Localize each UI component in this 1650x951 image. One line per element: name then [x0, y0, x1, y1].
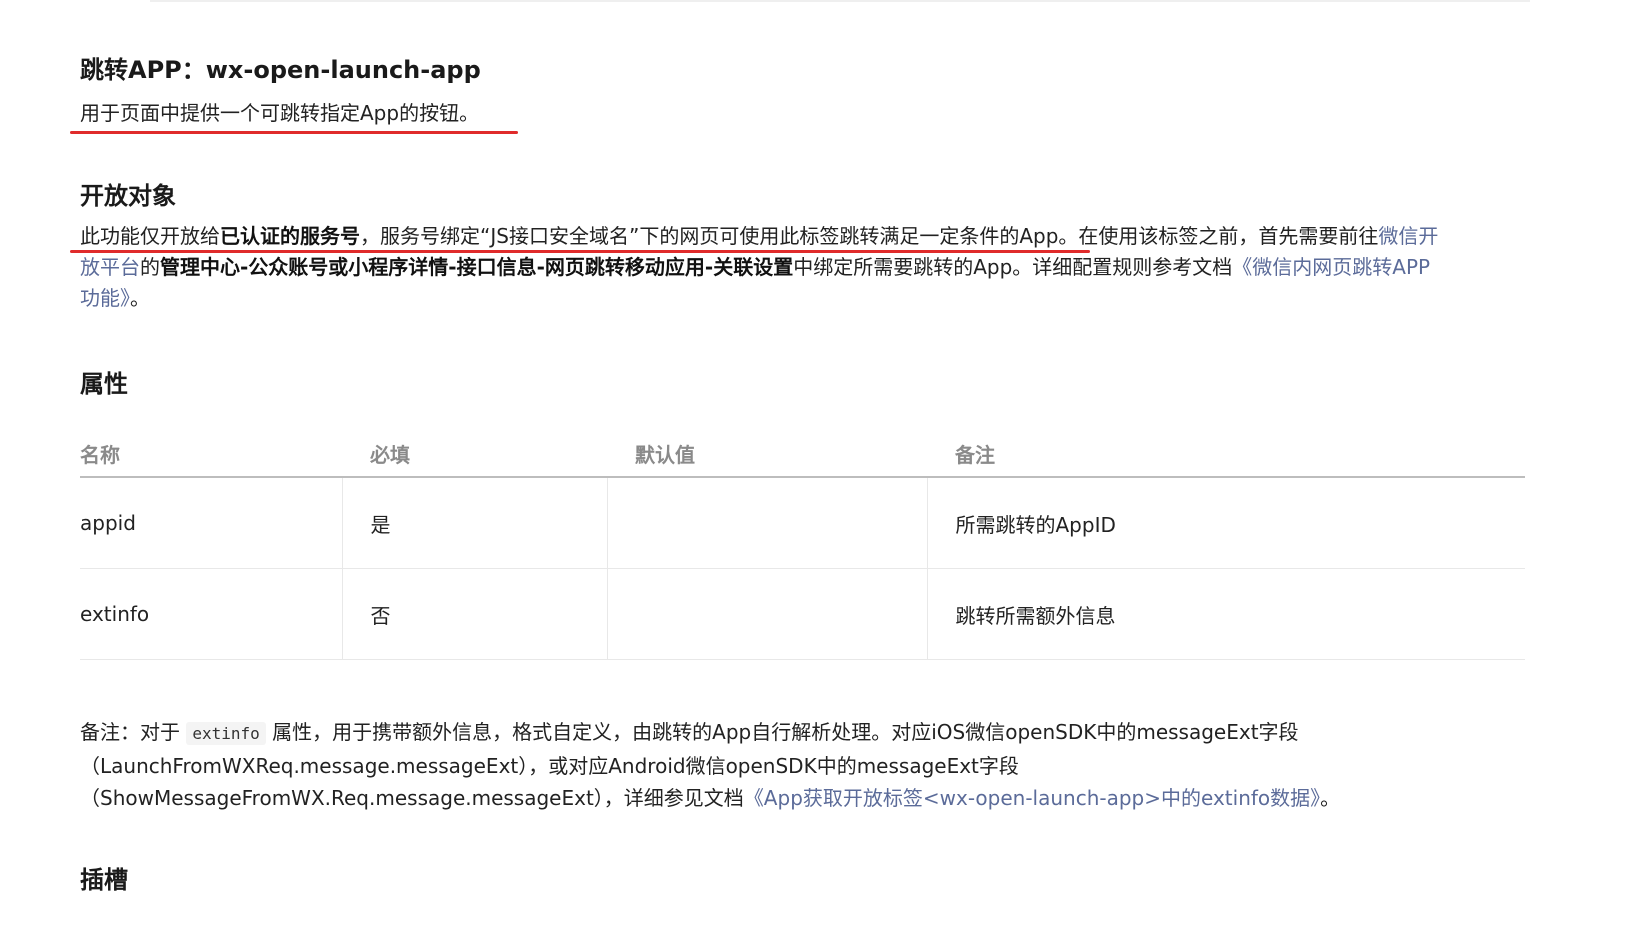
extinfo-code: extinfo	[186, 722, 266, 745]
attributes-table: 名称 必填 默认值 备注 appid 是 所需跳转的AppID extinfo …	[80, 430, 1525, 660]
audience-text-1: 此功能仅开放给	[80, 224, 220, 248]
note-text-1: 属性，用于携带额外信息，格式自定义，由跳转的App自行解析处理。对应iOS微信o…	[265, 720, 1299, 744]
cell-name: appid	[80, 477, 342, 569]
audience-paragraph: 此功能仅开放给已认证的服务号，服务号绑定“JS接口安全域名”下的网页可使用此标签…	[80, 221, 1440, 314]
col-header-default: 默认值	[607, 430, 927, 478]
audience-line-2: 放平台的管理中心-公众账号或小程序详情-接口信息-网页跳转移动应用-关联设置中绑…	[80, 252, 1440, 283]
table-row: appid 是 所需跳转的AppID	[80, 477, 1525, 569]
cell-required: 是	[341, 477, 607, 569]
attributes-heading: 属性	[80, 370, 128, 398]
cell-note: 跳转所需额外信息	[926, 568, 1525, 660]
audience-heading: 开放对象	[80, 182, 176, 210]
audience-bold-2: 管理中心-公众账号或小程序详情-接口信息-网页跳转移动应用-关联设置	[160, 255, 794, 279]
audience-line-3: 功能》。	[80, 283, 1440, 314]
extinfo-note: 备注：对于 extinfo 属性，用于携带额外信息，格式自定义，由跳转的App自…	[80, 716, 1440, 814]
table-row: extinfo 否 跳转所需额外信息	[80, 568, 1525, 660]
note-text-3: （ShowMessageFromWX.Req.message.messageEx…	[80, 786, 744, 810]
launch-app-heading: 跳转APP：wx-open-launch-app	[80, 56, 481, 84]
note-line-1: 备注：对于 extinfo 属性，用于携带额外信息，格式自定义，由跳转的App自…	[80, 716, 1440, 750]
slots-heading: 插槽	[80, 866, 128, 894]
cell-required: 否	[341, 568, 607, 660]
extinfo-doc-link[interactable]: 《App获取开放标签<wx-open-launch-app>中的extinfo数…	[744, 786, 1320, 810]
red-underline-annotation-2	[70, 250, 1090, 253]
audience-text-4: 中绑定所需要跳转的App。详细配置规则参考文档	[793, 255, 1233, 279]
note-prefix: 备注：对于	[80, 720, 187, 744]
audience-line-1: 此功能仅开放给已认证的服务号，服务号绑定“JS接口安全域名”下的网页可使用此标签…	[80, 221, 1440, 252]
cell-note: 所需跳转的AppID	[926, 477, 1525, 569]
cell-name: extinfo	[80, 568, 342, 660]
note-line-3: （ShowMessageFromWX.Req.message.messageEx…	[80, 782, 1440, 814]
note-line-2: （LaunchFromWXReq.message.messageExt），或对应…	[80, 754, 1019, 778]
jump-app-doc-link-cont[interactable]: 功能》	[80, 286, 130, 310]
jump-app-doc-link[interactable]: 《微信内网页跳转APP	[1232, 255, 1430, 279]
red-underline-annotation	[70, 131, 518, 134]
table-header-row: 名称 必填 默认值 备注	[80, 430, 1525, 478]
note-end: 。	[1320, 786, 1341, 810]
col-header-name: 名称	[80, 430, 342, 478]
col-header-note: 备注	[927, 430, 1525, 478]
launch-app-description: 用于页面中提供一个可跳转指定App的按钮。	[80, 101, 480, 125]
audience-bold-1: 已认证的服务号	[220, 224, 360, 248]
col-header-required: 必填	[342, 430, 607, 478]
cell-default	[606, 568, 927, 660]
open-platform-link[interactable]: 微信开	[1378, 224, 1438, 248]
top-divider	[150, 0, 1530, 2]
cell-default	[606, 477, 927, 569]
open-platform-link-cont[interactable]: 放平台	[80, 255, 140, 279]
audience-text-2: ，服务号绑定“JS接口安全域名”下的网页可使用此标签跳转满足一定条件的App。在…	[360, 224, 1379, 248]
audience-text-5: 。	[130, 286, 150, 310]
audience-text-3: 的	[140, 255, 160, 279]
